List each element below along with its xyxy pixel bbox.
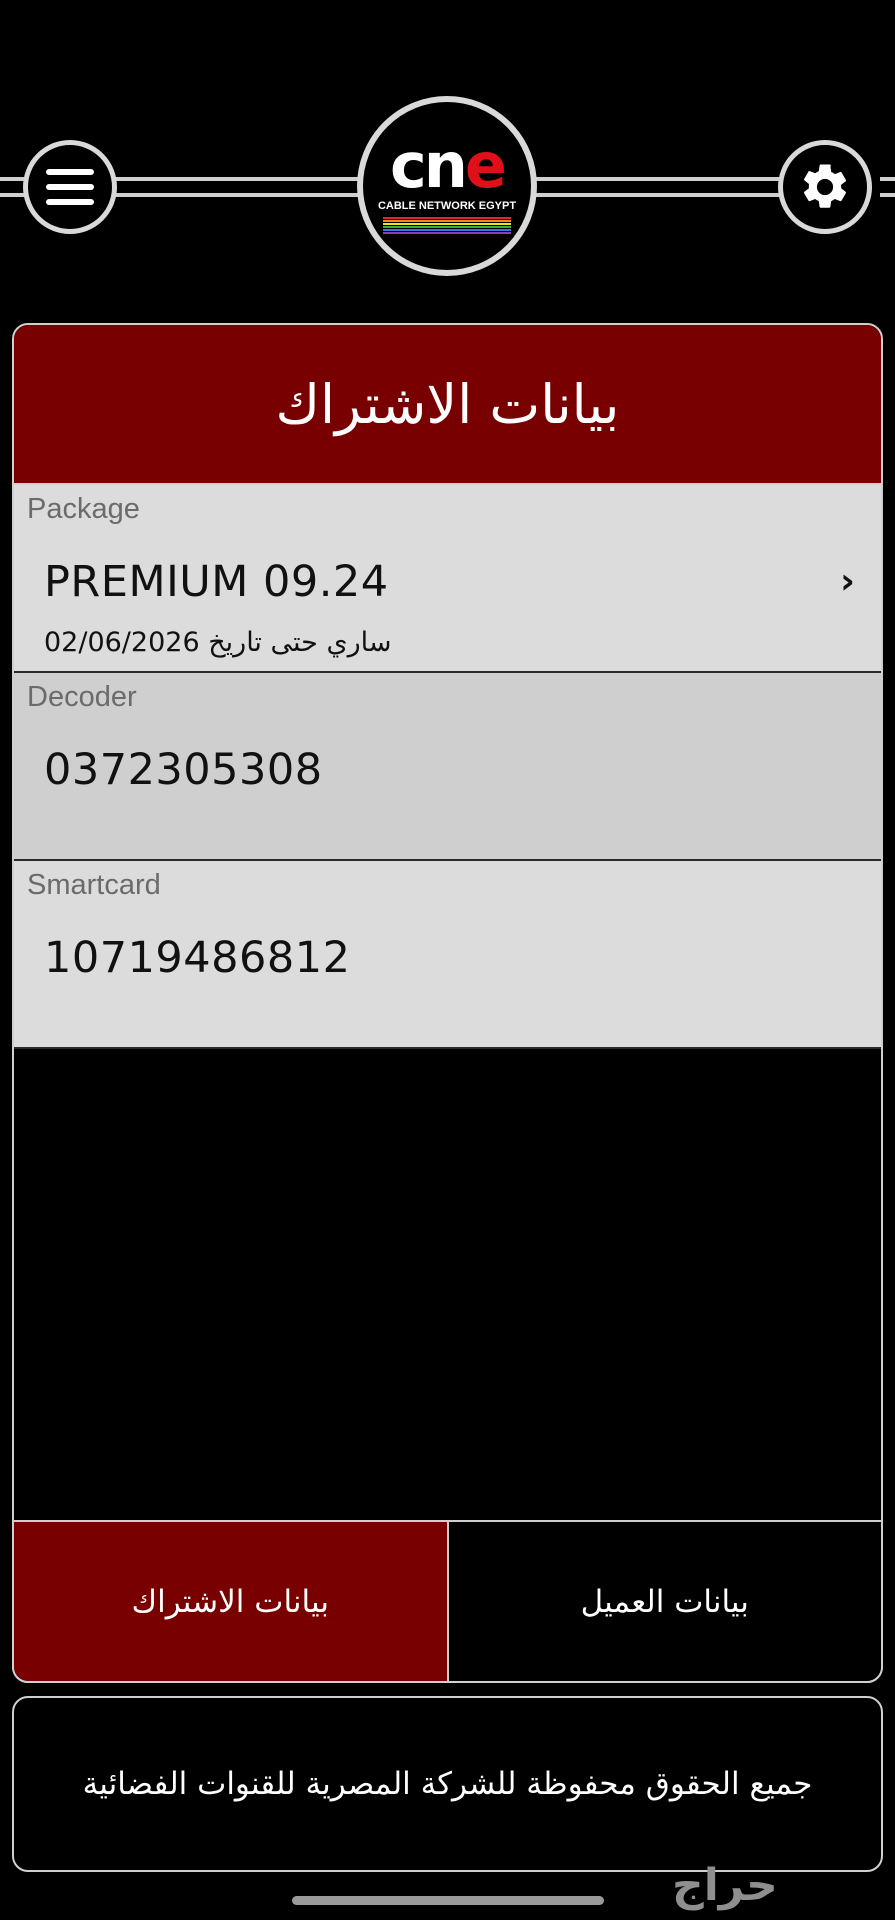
gear-icon xyxy=(803,164,847,208)
smartcard-value: 10719486812 xyxy=(44,933,351,983)
subscription-card: بيانات الاشتراك Package PREMIUM 09.24 سا… xyxy=(12,323,883,1683)
header-rail xyxy=(880,177,895,181)
menu-button[interactable] xyxy=(23,140,117,234)
logo-rainbow-stripes xyxy=(383,216,511,234)
page-title: بيانات الاشتراك xyxy=(14,325,881,485)
hamburger-menu-icon xyxy=(46,169,94,205)
header-rail xyxy=(530,177,790,181)
watermark: حراج xyxy=(672,1860,778,1911)
header-rail xyxy=(880,193,895,197)
package-row[interactable]: Package PREMIUM 09.24 ساري حتى تاريخ 02/… xyxy=(14,485,881,673)
decoder-value: 0372305308 xyxy=(44,745,323,795)
package-value: PREMIUM 09.24 xyxy=(44,557,389,607)
tab-customer-data[interactable]: بيانات العميل xyxy=(446,1522,881,1681)
bottom-tabs: بيانات الاشتراك بيانات العميل xyxy=(12,1520,883,1683)
chevron-right-icon: › xyxy=(840,561,855,602)
package-expiry-text: ساري حتى تاريخ 02/06/2026 xyxy=(44,627,392,658)
cne-logo: cne CABLE NETWORK EGYPT xyxy=(357,96,537,276)
decoder-row: Decoder 0372305308 xyxy=(14,673,881,861)
home-indicator[interactable] xyxy=(292,1896,604,1905)
tab-subscription-data[interactable]: بيانات الاشتراك xyxy=(14,1522,447,1681)
copyright-footer: جميع الحقوق محفوظة للشركة المصرية للقنوا… xyxy=(12,1696,883,1872)
package-label: Package xyxy=(27,493,140,525)
app-header: cne CABLE NETWORK EGYPT xyxy=(0,0,895,300)
smartcard-row: Smartcard 10719486812 xyxy=(14,861,881,1049)
logo-subtitle: CABLE NETWORK EGYPT xyxy=(377,200,517,212)
header-rail xyxy=(110,193,365,197)
header-rail xyxy=(530,193,790,197)
logo-wordmark: cne xyxy=(390,129,507,202)
header-rail xyxy=(110,177,365,181)
smartcard-label: Smartcard xyxy=(27,869,161,901)
settings-button[interactable] xyxy=(778,140,872,234)
decoder-label: Decoder xyxy=(27,681,137,713)
